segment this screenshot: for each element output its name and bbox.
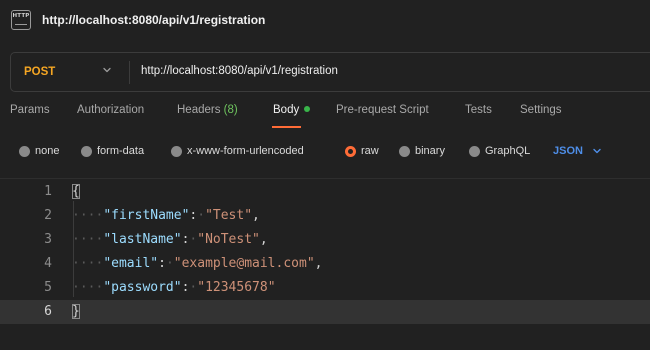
tab-tests[interactable]: Tests (465, 104, 492, 116)
format-select[interactable]: JSON (553, 145, 602, 157)
line-number: 4 (44, 256, 52, 271)
editor-line-current: 6 } (0, 300, 650, 324)
request-tabs: Params Authorization Headers (8) Body Pr… (0, 104, 650, 128)
method-select[interactable]: POST (24, 66, 55, 78)
body-type-graphql[interactable]: GraphQL (469, 145, 530, 157)
editor-line: 1 { (0, 180, 650, 204)
body-type-urlencoded[interactable]: x-www-form-urlencoded (171, 145, 304, 157)
json-value: "example@mail.com" (173, 256, 315, 271)
radio-icon[interactable] (469, 145, 480, 157)
tab-settings[interactable]: Settings (520, 104, 562, 116)
line-number: 2 (44, 208, 52, 223)
http-file-icon: HTTP (11, 10, 31, 30)
body-type-label: GraphQL (485, 145, 531, 157)
radio-icon[interactable] (81, 145, 92, 157)
body-type-label: raw (361, 145, 379, 157)
format-label: JSON (553, 145, 583, 157)
body-type-none[interactable]: none (19, 145, 59, 157)
body-type-form-data[interactable]: form-data (81, 145, 144, 157)
url-input[interactable]: http://localhost:8080/api/v1/registratio… (141, 65, 338, 77)
body-type-options: none form-data x-www-form-urlencoded raw… (0, 145, 650, 161)
tab-title[interactable]: http://localhost:8080/api/v1/registratio… (42, 13, 265, 27)
request-tab-header: HTTP http://localhost:8080/api/v1/regist… (0, 0, 650, 40)
headers-count-badge: (8) (223, 104, 238, 116)
json-key: "lastName" (103, 232, 182, 247)
tab-authorization[interactable]: Authorization (77, 104, 144, 116)
tab-pre-request-script[interactable]: Pre-request Script (336, 104, 429, 116)
body-type-label: x-www-form-urlencoded (187, 145, 304, 157)
radio-icon[interactable] (399, 145, 410, 157)
radio-selected-icon[interactable] (345, 145, 356, 157)
editor-line: 2 ····"firstName":·"Test", (0, 204, 650, 228)
body-type-label: none (35, 145, 60, 157)
body-type-binary[interactable]: binary (399, 145, 445, 157)
tab-params[interactable]: Params (10, 104, 50, 116)
close-brace: } (72, 304, 80, 319)
tab-body-label: Body (273, 104, 300, 116)
json-value: "12345678" (197, 280, 276, 295)
line-number: 5 (44, 280, 52, 295)
editor-line: 4 ····"email":·"example@mail.com", (0, 252, 650, 276)
json-value: "Test" (205, 208, 253, 223)
tab-body[interactable]: Body (273, 104, 311, 116)
json-key: "email" (103, 256, 159, 271)
active-tab-indicator (272, 126, 301, 128)
body-modified-dot (304, 105, 311, 112)
radio-icon[interactable] (19, 145, 30, 157)
tab-headers[interactable]: Headers (8) (177, 104, 238, 116)
json-key: "firstName" (103, 208, 190, 223)
method-url-divider (129, 61, 130, 84)
line-number: 6 (44, 304, 52, 319)
body-type-label: binary (415, 145, 445, 157)
editor-line: 5 ····"password":·"12345678" (0, 276, 650, 300)
radio-icon[interactable] (171, 145, 182, 157)
open-brace: { (72, 184, 80, 199)
editor-line: 3 ····"lastName":·"NoTest", (0, 228, 650, 252)
editor-divider (0, 178, 650, 179)
chevron-down-icon (593, 148, 601, 154)
tab-headers-label: Headers (177, 104, 221, 116)
json-value: "NoTest" (197, 232, 260, 247)
request-url-bar: POST http://localhost:8080/api/v1/regist… (10, 52, 650, 92)
body-type-label: form-data (97, 145, 145, 157)
body-type-raw[interactable]: raw (345, 145, 379, 157)
json-key: "password" (103, 280, 182, 295)
chevron-down-icon[interactable] (101, 64, 113, 76)
line-number: 1 (44, 184, 52, 199)
line-number: 3 (44, 232, 52, 247)
